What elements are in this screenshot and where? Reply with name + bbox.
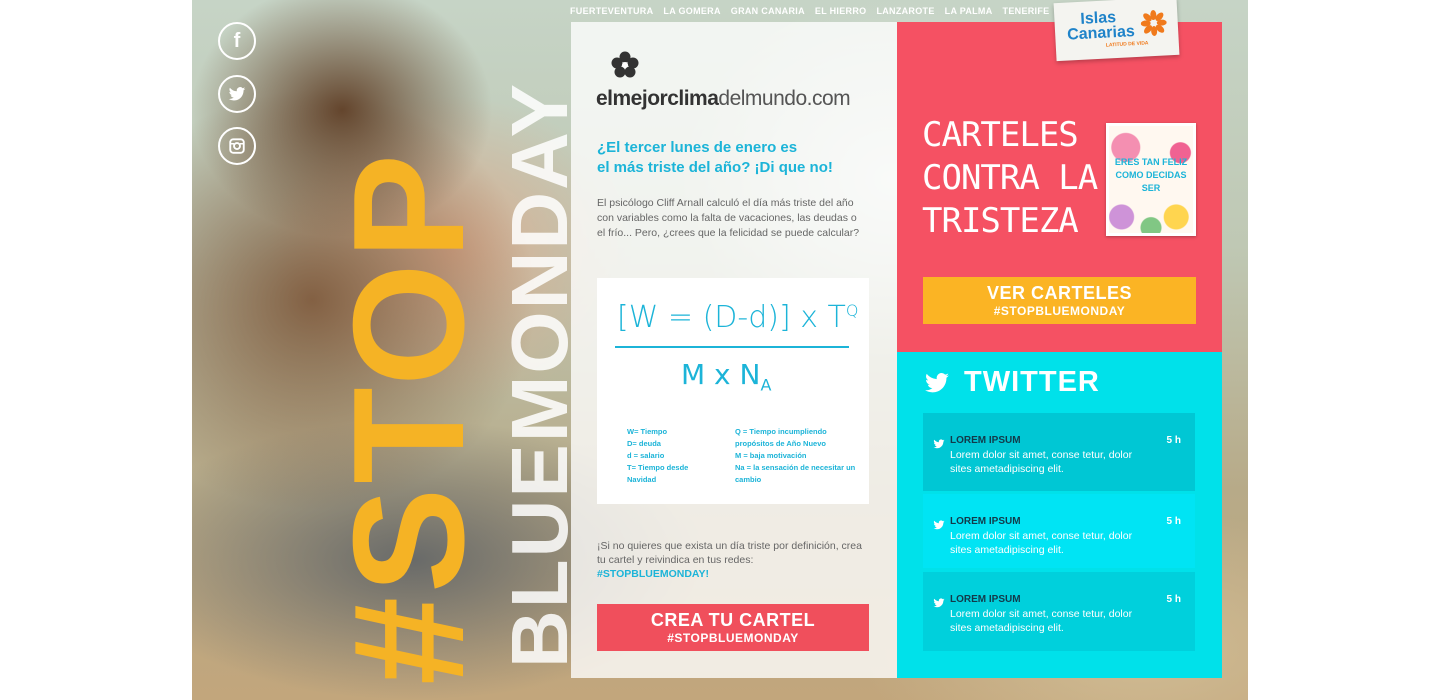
nav-la-palma[interactable]: LA PALMA: [945, 6, 993, 16]
nav-lanzarote[interactable]: LANZAROTE: [876, 6, 934, 16]
islands-nav: FUERTEVENTURA LA GOMERA GRAN CANARIA EL …: [570, 6, 1049, 16]
main-question: ¿El tercer lunes de enero es el más tris…: [597, 139, 833, 176]
nav-fuerteventura[interactable]: FUERTEVENTURA: [570, 6, 653, 16]
formula-divider: [615, 346, 849, 348]
intro-paragraph: El psicólogo Cliff Arnall calculó el día…: [597, 197, 860, 239]
tweet-item[interactable]: LOREM IPSUM 5 h Lorem dolor sit amet, co…: [923, 413, 1195, 491]
tweet-body: Lorem dolor sit amet, conse tetur, dolor…: [950, 608, 1133, 634]
bluemonday-title: BLUEMONDAY: [495, 82, 584, 668]
tweet-body: Lorem dolor sit amet, conse tetur, dolor…: [950, 530, 1133, 556]
instagram-icon[interactable]: [218, 127, 256, 165]
create-poster-button[interactable]: CREA TU CARTEL #STOPBLUEMONDAY: [597, 604, 869, 651]
site-logo[interactable]: elmejorclimadelmundo.com: [596, 50, 866, 111]
logo-text: elmejorclimadelmundo.com: [596, 87, 851, 110]
tweet-user: LOREM IPSUM: [950, 435, 1021, 446]
formula-card: [W = (D-d)] x TQ M x NA W= Tiempo D= deu…: [597, 278, 869, 504]
nav-tenerife[interactable]: TENERIFE: [1003, 6, 1050, 16]
tweet-time: 5 h: [1166, 435, 1181, 446]
twitter-bird-icon: [933, 439, 945, 449]
stop-hashtag-title: #STOP: [321, 149, 497, 685]
view-posters-button[interactable]: VER CARTELES #STOPBLUEMONDAY: [923, 277, 1196, 324]
twitter-icon[interactable]: [218, 75, 256, 113]
tweet-body: Lorem dolor sit amet, conse tetur, dolor…: [950, 449, 1133, 475]
formula-legend-right: Q = Tiempo incumpliendo propósitos de Añ…: [735, 427, 856, 484]
tweet-item[interactable]: LOREM IPSUM 5 h Lorem dolor sit amet, co…: [923, 572, 1195, 651]
posters-title: CARTELES CONTRA LA TRISTEZA: [922, 115, 1098, 241]
twitter-heading: TWITTER: [922, 366, 1100, 399]
islas-canarias-logo[interactable]: Islas Canarias LATITUD DE VIDA: [1053, 0, 1180, 62]
sun-logo-icon: [1140, 10, 1167, 37]
formula-legend-left: W= Tiempo D= deuda d = salario T= Tiempo…: [627, 427, 689, 484]
cta-hashtag: #STOPBLUEMONDAY!: [597, 568, 710, 580]
nav-gran-canaria[interactable]: GRAN CANARIA: [731, 6, 805, 16]
tweet-time: 5 h: [1166, 594, 1181, 605]
poster-thumbnail[interactable]: ERES TAN FELIZ COMO DECIDAS SER: [1106, 123, 1196, 236]
twitter-bird-icon: [933, 520, 945, 530]
tweet-time: 5 h: [1166, 516, 1181, 527]
flower-logo-icon: [611, 51, 639, 78]
cta-paragraph: ¡Si no quieres que exista un día triste …: [597, 540, 862, 580]
tweet-item[interactable]: LOREM IPSUM 5 h Lorem dolor sit amet, co…: [923, 494, 1195, 568]
formula-numerator: [W = (D-d)] x TQ: [617, 300, 859, 335]
tweet-user: LOREM IPSUM: [950, 516, 1021, 527]
tweet-user: LOREM IPSUM: [950, 594, 1021, 605]
formula-denominator: M x NA: [681, 358, 772, 395]
twitter-bird-icon: [933, 598, 945, 608]
twitter-bird-icon: [228, 87, 246, 101]
facebook-icon[interactable]: f: [218, 22, 256, 60]
twitter-icon: [925, 372, 949, 392]
nav-el-hierro[interactable]: EL HIERRO: [815, 6, 867, 16]
nav-la-gomera[interactable]: LA GOMERA: [663, 6, 720, 16]
camera-icon: [229, 138, 245, 154]
